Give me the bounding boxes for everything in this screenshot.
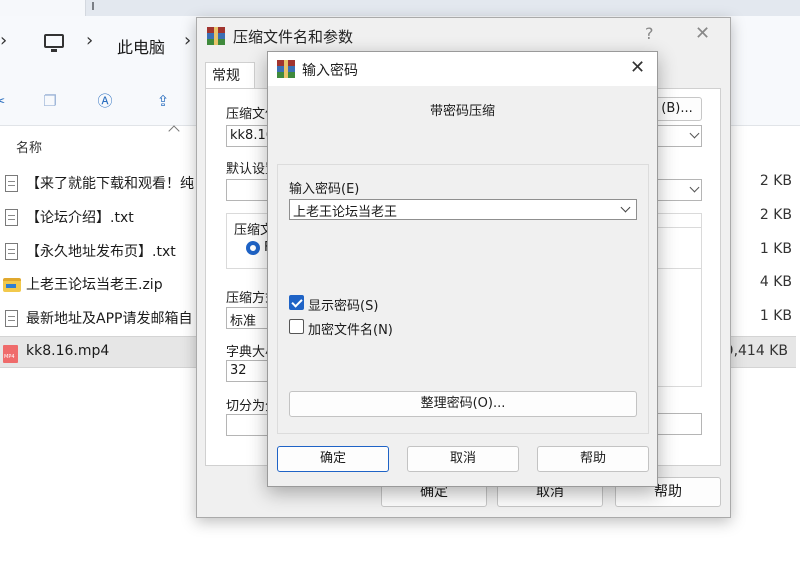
winrar-icon bbox=[207, 27, 225, 45]
video-file-icon bbox=[3, 345, 18, 363]
help-button[interactable]: 帮助 bbox=[537, 446, 649, 472]
file-name: 最新地址及APP请发邮箱自 bbox=[26, 311, 193, 327]
close-icon[interactable]: ✕ bbox=[630, 57, 645, 78]
password-input[interactable]: 上老王论坛当老王 bbox=[289, 199, 637, 220]
explorer-tab[interactable] bbox=[0, 0, 86, 16]
tab-separator bbox=[92, 2, 94, 10]
breadcrumb-separator-icon: › bbox=[184, 30, 192, 51]
password-dialog: 输入密码 ✕ 带密码压缩 输入密码(E) 上老王论坛当老王 显示密码(S) 加密… bbox=[267, 51, 658, 487]
text-file-icon bbox=[5, 209, 18, 226]
file-size: 2 KB bbox=[759, 173, 792, 189]
text-file-icon bbox=[5, 175, 18, 192]
file-name: kk8.16.mp4 bbox=[26, 343, 110, 359]
file-size: 1 KB bbox=[759, 241, 792, 257]
file-name: 上老王论坛当老王.zip bbox=[26, 277, 163, 293]
computer-icon bbox=[44, 34, 64, 52]
help-icon[interactable]: ? bbox=[645, 24, 654, 43]
file-size: 4 KB bbox=[759, 274, 792, 290]
share-icon[interactable]: ⇪ bbox=[154, 92, 172, 110]
dialog-title: 压缩文件名和参数 bbox=[233, 28, 354, 46]
password-dialog-titlebar: 输入密码 ✕ bbox=[268, 52, 657, 86]
enter-password-label: 输入密码(E) bbox=[289, 182, 360, 197]
file-name: 【永久地址发布页】.txt bbox=[26, 244, 176, 260]
rename-icon[interactable]: Ⓐ bbox=[96, 92, 114, 110]
encrypt-filenames-checkbox[interactable] bbox=[289, 319, 304, 334]
cut-icon[interactable]: ✂ bbox=[0, 92, 8, 110]
password-dialog-subtitle: 带密码压缩 bbox=[429, 104, 495, 119]
file-size: 1 KB bbox=[759, 308, 792, 324]
ok-button[interactable]: 确定 bbox=[277, 446, 389, 472]
file-size: 9,414 KB bbox=[724, 343, 788, 359]
browse-button[interactable]: (B)... bbox=[652, 97, 702, 121]
breadcrumb-this-pc[interactable]: 此电脑 bbox=[117, 34, 165, 58]
text-file-icon bbox=[5, 243, 18, 260]
winrar-icon bbox=[277, 60, 295, 78]
column-header-name[interactable]: 名称 bbox=[16, 137, 42, 156]
nav-chevron-icon[interactable]: › bbox=[0, 30, 7, 51]
copy-icon[interactable]: ❐ bbox=[41, 92, 59, 110]
password-dialog-title: 输入密码 bbox=[302, 63, 358, 79]
explorer-tabstrip bbox=[0, 0, 800, 16]
tab-general[interactable]: 常规 bbox=[205, 62, 255, 88]
close-icon[interactable]: ✕ bbox=[695, 23, 710, 44]
organize-passwords-button[interactable]: 整理密码(O)... bbox=[289, 391, 637, 417]
text-file-icon bbox=[5, 310, 18, 327]
file-name: 【来了就能下载和观看！纯 bbox=[26, 176, 194, 192]
chevron-down-icon[interactable] bbox=[620, 202, 631, 213]
file-name: 【论坛介绍】.txt bbox=[26, 210, 134, 226]
breadcrumb-separator-icon: › bbox=[86, 30, 94, 51]
encrypt-filenames-label[interactable]: 加密文件名(N) bbox=[308, 319, 393, 338]
format-radio[interactable] bbox=[246, 241, 260, 255]
password-value: 上老王论坛当老王 bbox=[293, 205, 398, 220]
chevron-down-icon bbox=[689, 182, 700, 193]
file-size: 2 KB bbox=[759, 207, 792, 223]
show-password-checkbox[interactable] bbox=[289, 295, 304, 310]
chevron-down-icon bbox=[689, 128, 700, 139]
cancel-button[interactable]: 取消 bbox=[407, 446, 519, 472]
show-password-label[interactable]: 显示密码(S) bbox=[308, 295, 378, 314]
zip-file-icon bbox=[3, 278, 21, 292]
